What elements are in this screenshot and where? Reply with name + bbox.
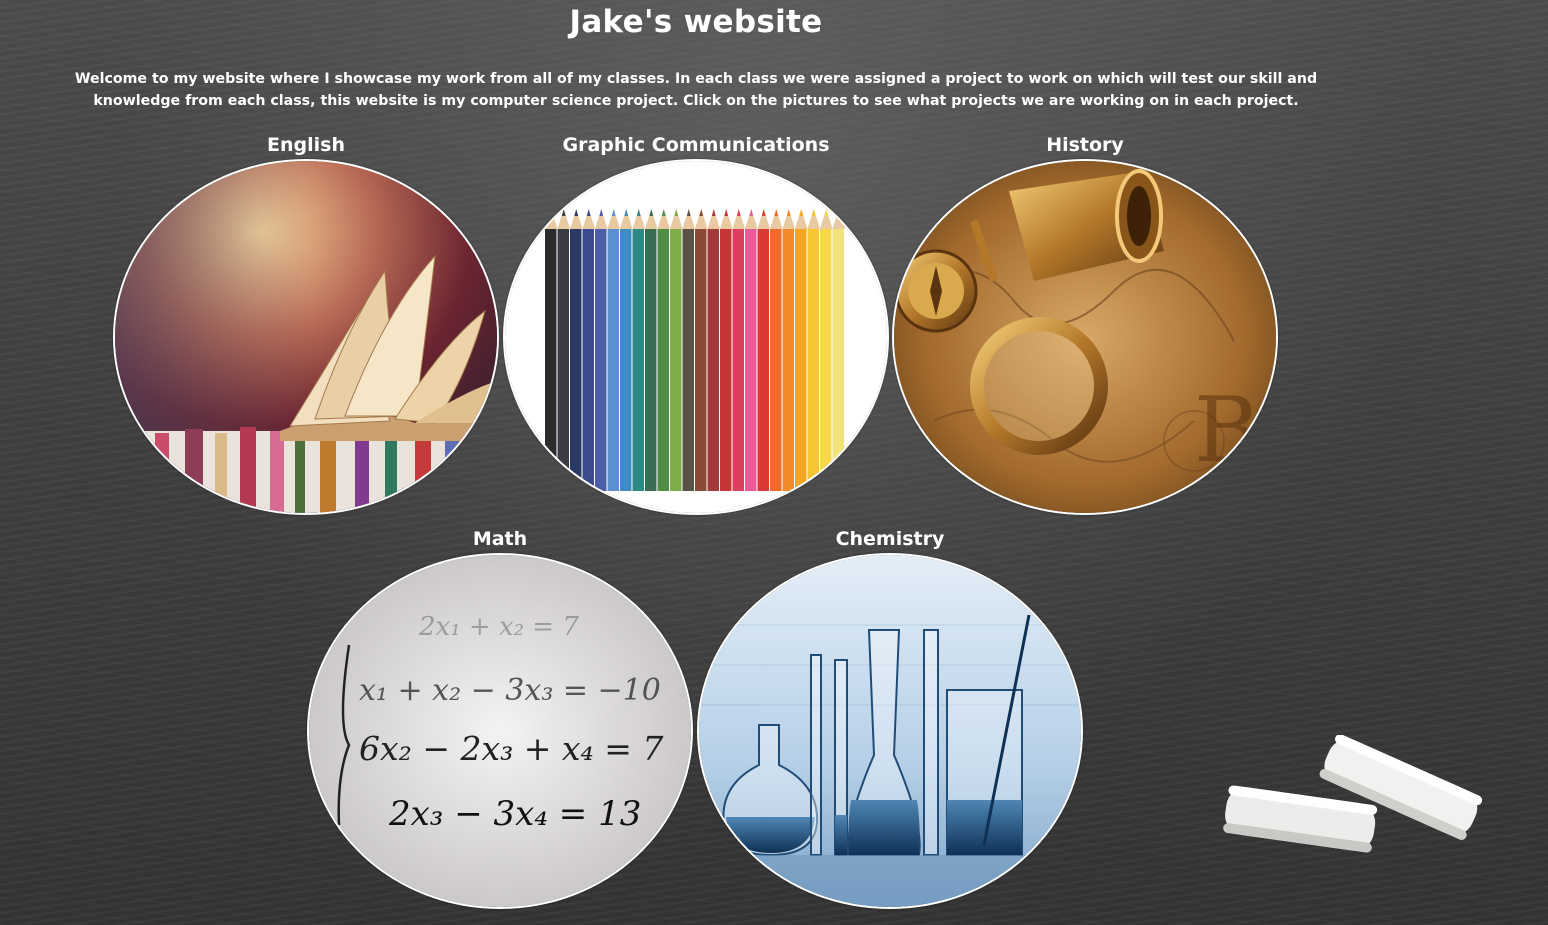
equation-3: 6x₂ − 2x₃ + x₄ = 7: [359, 729, 663, 768]
equation-2: x₁ + x₂ − 3x₃ = −10: [359, 673, 661, 708]
graphic-communications-link[interactable]: [503, 159, 889, 515]
lab-glassware-image: [699, 555, 1081, 907]
equation-1: 2x₁ + x₂ = 7: [418, 612, 579, 642]
compass-map-image: B: [894, 161, 1276, 513]
class-label-graphic-communications: Graphic Communications: [562, 134, 830, 156]
history-link[interactable]: B: [892, 159, 1278, 515]
books-image: [115, 161, 497, 513]
chalk-image: [1223, 735, 1483, 853]
chemistry-link[interactable]: [697, 553, 1083, 909]
class-card-english: English: [113, 131, 499, 515]
math-link[interactable]: 2x₁ + x₂ = 7 x₁ + x₂ − 3x₃ = −10 6x₂ − 2…: [307, 553, 693, 909]
equation-4: 2x₃ − 3x₄ = 13: [388, 794, 641, 834]
class-card-graphic-communications: Graphic Communications: [503, 131, 889, 515]
site-title: Jake's website: [569, 4, 823, 40]
svg-text:B: B: [1194, 378, 1260, 483]
class-label-english: English: [267, 134, 345, 156]
colored-pencils-image: [505, 161, 887, 513]
class-card-chemistry: Chemistry: [697, 525, 1083, 909]
intro-text: Welcome to my website where I showcase m…: [74, 71, 1318, 109]
english-link[interactable]: [113, 159, 499, 515]
equations-image: 2x₁ + x₂ = 7 x₁ + x₂ − 3x₃ = −10 6x₂ − 2…: [309, 555, 691, 907]
class-label-history: History: [1046, 134, 1124, 156]
class-card-math: Math 2x₁ + x₂ = 7 x₁ + x₂ − 3x₃ = −10 6x…: [307, 525, 693, 909]
class-card-history: History B: [892, 131, 1278, 515]
class-label-math: Math: [472, 528, 528, 550]
class-label-chemistry: Chemistry: [835, 528, 945, 550]
